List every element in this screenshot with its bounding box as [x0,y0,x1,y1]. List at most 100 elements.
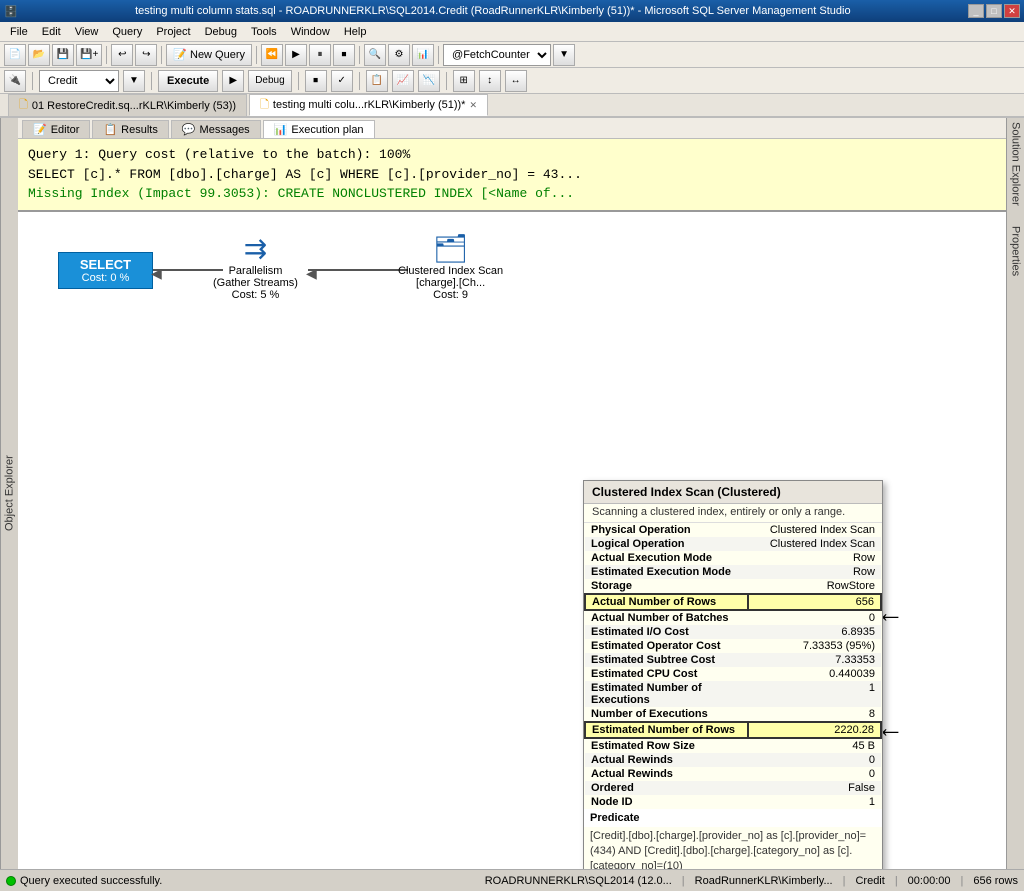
sub-tab-results[interactable]: 📋 Results [92,120,168,138]
sub-tab-messages[interactable]: 💬 Messages [171,120,261,138]
right-sidebar[interactable]: Solution Explorer Properties [1006,118,1024,869]
plan-diagram: SELECT Cost: 0 % ◀ ⇉ Parallelism (Gather… [28,222,996,860]
new-query-button[interactable]: 📝 New Query [166,44,252,66]
tooltip-label: Estimated CPU Cost [585,667,748,681]
tb-btn-4[interactable]: ⏹ [333,44,355,66]
tab-restore-credit[interactable]: 🗋 01 RestoreCredit.sq...rKLR\Kimberly (5… [8,94,247,116]
tooltip-label: Node ID [585,795,748,809]
sub-tab-editor[interactable]: 📝 Editor [22,120,90,138]
tab-testing-multi[interactable]: 🗋 testing multi colu...rKLR\Kimberly (51… [249,94,488,116]
parallelism-node[interactable]: ⇉ Parallelism (Gather Streams) Cost: 5 % [213,232,298,301]
minimize-button[interactable]: _ [968,4,984,18]
tb-btn-5[interactable]: 🔍 [364,44,386,66]
tooltip-value: 656 [748,594,881,610]
parallelism-label: Parallelism [213,265,298,277]
tooltip-label: Logical Operation [585,537,748,551]
status-sep4: | [961,875,964,887]
clustered-index-node[interactable]: 🗂 Clustered Index Scan [charge].[Ch... C… [398,232,503,301]
show-plan-btn[interactable]: 📈 [392,70,414,92]
tb-misc-2[interactable]: ↕ [479,70,501,92]
tb-btn-6[interactable]: ⚙ [388,44,410,66]
save-btn[interactable]: 💾 [52,44,74,66]
menu-window[interactable]: Window [285,24,336,40]
new-file-btn[interactable]: 📄 [4,44,26,66]
dropdown-arrow[interactable]: ▼ [553,44,575,66]
fetch-counter-dropdown[interactable]: @FetchCounter [443,44,551,66]
stop-btn[interactable]: ⏹ [305,70,327,92]
menu-bar: File Edit View Query Project Debug Tools… [0,22,1024,42]
menu-debug[interactable]: Debug [199,24,243,40]
tb-btn-7[interactable]: 📊 [412,44,434,66]
tb-btn-3[interactable]: ⏸ [309,44,331,66]
sep6 [32,72,33,90]
status-time: 00:00:00 [908,875,951,887]
status-server: ROADRUNNERKLR\SQL2014 (12.0... [485,875,672,887]
tooltip-value: 0.440039 [748,667,881,681]
results-to-btn[interactable]: 📋 [366,70,388,92]
tab-bar: 🗋 01 RestoreCredit.sq...rKLR\Kimberly (5… [0,94,1024,118]
actual-plan-btn[interactable]: 📉 [418,70,440,92]
database-dropdown[interactable]: Credit [39,70,119,92]
menu-file[interactable]: File [4,24,34,40]
results-icon: 📋 [103,123,117,136]
save-all-btn[interactable]: 💾+ [76,44,102,66]
tooltip-label: Estimated Operator Cost [585,639,748,653]
title-bar-title: testing multi column stats.sql - ROADRUN… [18,5,968,17]
status-sep3: | [895,875,898,887]
tooltip-label: Storage [585,579,748,594]
execute-button[interactable]: Execute [158,70,218,92]
status-success-area: Query executed successfully. [6,875,162,887]
menu-query[interactable]: Query [106,24,148,40]
tb-misc-1[interactable]: ⊞ [453,70,475,92]
parallelism-icon: ⇉ [213,232,298,265]
new-query-label: New Query [190,49,245,61]
tooltip-value: 8 [748,707,881,722]
menu-view[interactable]: View [69,24,105,40]
tb-btn-2[interactable]: ▶ [285,44,307,66]
undo-btn[interactable]: ↩ [111,44,133,66]
tooltip-label: Estimated Execution Mode [585,565,748,579]
messages-icon: 💬 [182,123,196,136]
tooltip-popup: Clustered Index Scan (Clustered) Scannin… [583,480,883,870]
tooltip-value: 1 [748,681,881,707]
sub-tab-results-label: Results [121,124,158,136]
debug-btn[interactable]: Debug [248,70,291,92]
select-node[interactable]: SELECT Cost: 0 % [58,252,153,289]
tab-label-2: testing multi colu...rKLR\Kimberly (51))… [273,99,466,111]
open-btn[interactable]: 📂 [28,44,50,66]
tb-btn-1[interactable]: ⏪ [261,44,283,66]
status-rows: 656 rows [973,875,1018,887]
tooltip-label: Estimated I/O Cost [585,625,748,639]
maximize-button[interactable]: □ [986,4,1002,18]
parse-btn[interactable]: ✓ [331,70,353,92]
db-dropdown-arrow[interactable]: ▼ [123,70,145,92]
tooltip-label: Actual Number of Batches [585,610,748,625]
clustered-index-label: Clustered Index Scan [398,265,503,277]
tb-misc-3[interactable]: ↔ [505,70,527,92]
redo-btn[interactable]: ↪ [135,44,157,66]
menu-project[interactable]: Project [150,24,196,40]
menu-help[interactable]: Help [338,24,373,40]
arrow-2-head: ◀ [306,265,317,282]
tab-close-button[interactable]: ✕ [469,100,477,111]
connect-btn[interactable]: 🔌 [4,70,26,92]
separator2 [161,46,162,64]
status-success-text: Query executed successfully. [20,875,162,887]
tooltip-label: Physical Operation [585,523,748,537]
menu-tools[interactable]: Tools [245,24,283,40]
predicate-text: [Credit].[dbo].[charge].[provider_no] as… [584,827,882,870]
object-explorer-sidebar[interactable]: Object Explorer [0,118,18,869]
tooltip-value: Clustered Index Scan [748,537,881,551]
separator4 [359,46,360,64]
window-controls[interactable]: _ □ ✕ [968,4,1020,18]
query-text-area: Query 1: Query cost (relative to the bat… [18,139,1006,212]
toolbar-row1: 📄 📂 💾 💾+ ↩ ↪ 📝 New Query ⏪ ▶ ⏸ ⏹ 🔍 ⚙ 📊 @… [0,42,1024,68]
tooltip-label: Estimated Subtree Cost [585,653,748,667]
sep10 [446,72,447,90]
execute-arrow[interactable]: ▶ [222,70,244,92]
status-user: RoadRunnerKLR\Kimberly... [695,875,833,887]
menu-edit[interactable]: Edit [36,24,67,40]
query-line2: SELECT [c].* FROM [dbo].[charge] AS [c] … [28,165,996,185]
close-button[interactable]: ✕ [1004,4,1020,18]
sub-tab-execution-plan[interactable]: 📊 Execution plan [263,120,375,138]
